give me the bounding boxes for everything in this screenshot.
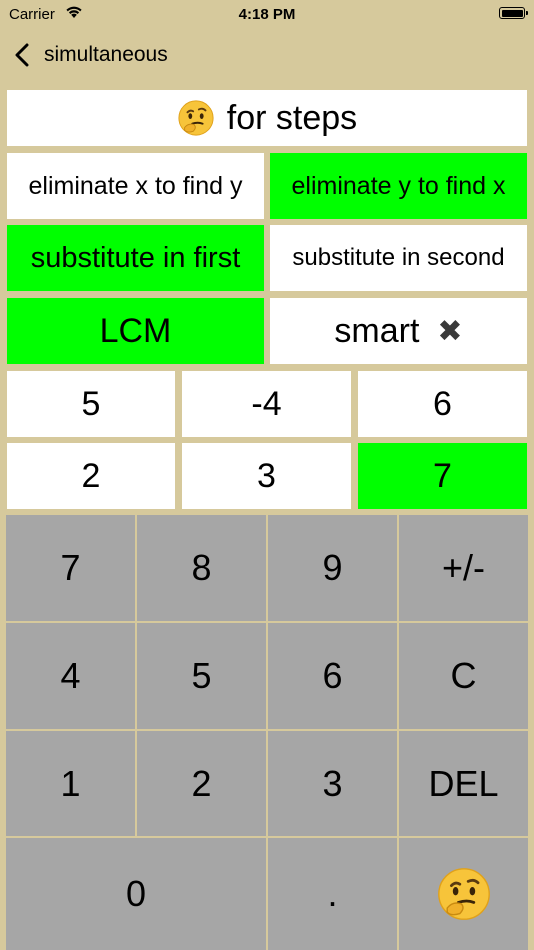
key-delete[interactable]: DEL — [399, 731, 528, 836]
coefficient-cell-c1[interactable]: 6 — [358, 371, 527, 437]
coefficient-value: 3 — [257, 456, 276, 495]
key-1[interactable]: 1 — [6, 731, 135, 836]
key-label: 5 — [191, 655, 212, 696]
eliminate-y-button[interactable]: eliminate y to find x — [270, 153, 527, 219]
key-9[interactable]: 9 — [268, 515, 397, 621]
battery-icon — [499, 7, 528, 19]
key-2[interactable]: 2 — [137, 731, 266, 836]
smart-label: smart — [334, 311, 420, 350]
key-label: 7 — [60, 547, 81, 588]
for-steps-button[interactable]: for steps — [7, 90, 527, 146]
coefficient-cell-a2[interactable]: 2 — [7, 443, 175, 509]
clock: 4:18 PM — [238, 6, 296, 23]
key-4[interactable]: 4 — [6, 623, 135, 729]
lcm-button[interactable]: LCM — [7, 298, 264, 364]
back-label: simultaneous — [44, 43, 168, 66]
key-7[interactable]: 7 — [6, 515, 135, 621]
key-label: 8 — [191, 547, 212, 588]
solve-button[interactable] — [399, 838, 528, 950]
eliminate-x-button[interactable]: eliminate x to find y — [7, 153, 264, 219]
heavy-x-icon: ✖ — [437, 314, 463, 348]
back-button[interactable]: simultaneous — [14, 40, 168, 70]
for-steps-label: for steps — [226, 98, 358, 137]
keypad: 7 8 9 +/- 4 5 6 C 1 2 3 DEL 0 . — [6, 515, 528, 950]
coefficient-value: -4 — [251, 384, 282, 423]
status-bar: Carrier 4:18 PM — [0, 0, 534, 30]
key-label: DEL — [428, 762, 499, 804]
eliminate-x-label: eliminate x to find y — [28, 171, 243, 200]
key-label: . — [327, 873, 338, 914]
substitute-first-button[interactable]: substitute in first — [7, 225, 264, 291]
key-label: 3 — [322, 762, 343, 804]
key-8[interactable]: 8 — [137, 515, 266, 621]
navigation-bar: simultaneous — [0, 30, 534, 80]
lcm-label: LCM — [99, 311, 172, 350]
key-label: 9 — [322, 547, 343, 588]
coefficient-value: 5 — [81, 384, 101, 423]
key-label: C — [450, 655, 477, 696]
eliminate-y-label: eliminate y to find x — [291, 171, 506, 200]
key-label: 2 — [191, 762, 212, 804]
substitute-second-label: substitute in second — [292, 244, 505, 271]
coefficient-cell-b2[interactable]: 3 — [182, 443, 351, 509]
key-0[interactable]: 0 — [6, 838, 266, 950]
coefficient-value: 2 — [81, 456, 101, 495]
key-plus-minus[interactable]: +/- — [399, 515, 528, 621]
key-label: 0 — [125, 873, 147, 914]
key-label: 1 — [60, 762, 81, 804]
key-decimal[interactable]: . — [268, 838, 397, 950]
thinking-face-icon — [177, 99, 215, 137]
coefficient-cell-a1[interactable]: 5 — [7, 371, 175, 437]
key-label: 4 — [60, 655, 81, 696]
key-label: 6 — [322, 655, 343, 696]
substitute-first-label: substitute in first — [30, 241, 241, 274]
coefficient-value: 6 — [433, 384, 452, 423]
smart-button[interactable]: smart ✖ — [270, 298, 527, 364]
key-3[interactable]: 3 — [268, 731, 397, 836]
key-clear[interactable]: C — [399, 623, 528, 729]
thinking-face-icon — [436, 866, 492, 922]
key-6[interactable]: 6 — [268, 623, 397, 729]
substitute-second-button[interactable]: substitute in second — [270, 225, 527, 291]
coefficient-cell-b1[interactable]: -4 — [182, 371, 351, 437]
key-label: +/- — [441, 547, 485, 588]
coefficient-value: 7 — [433, 456, 452, 495]
key-5[interactable]: 5 — [137, 623, 266, 729]
coefficient-cell-c2[interactable]: 7 — [358, 443, 527, 509]
chevron-left-icon — [15, 43, 29, 67]
